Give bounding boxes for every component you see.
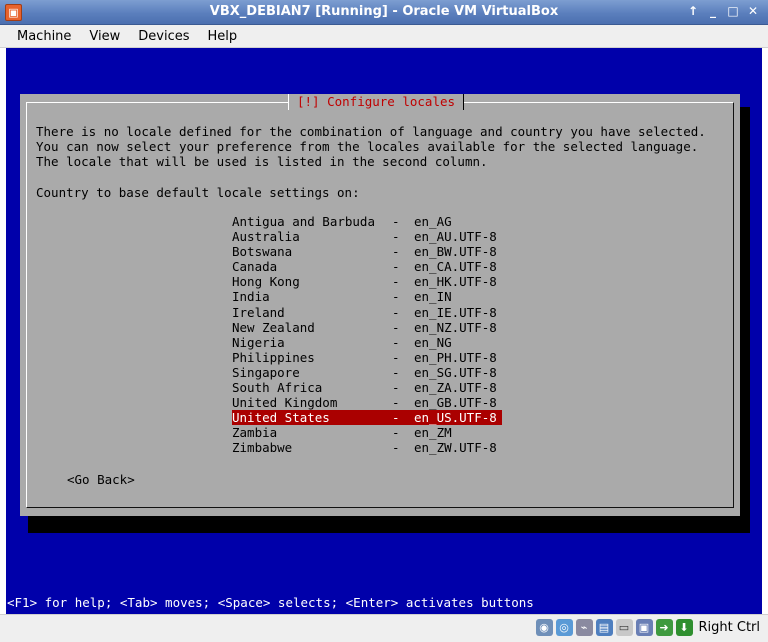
- title-bar: ▣ VBX_DEBIAN7 [Running] - Oracle VM Virt…: [0, 0, 768, 25]
- locale-country: Australia: [232, 229, 300, 245]
- window-controls: ↑ _ □ ✕: [686, 3, 760, 19]
- keep-above-button[interactable]: ↑: [686, 3, 700, 19]
- locale-row-selected[interactable]: United States - en_US.UTF-8: [232, 410, 502, 426]
- locale-separator: -: [392, 289, 400, 305]
- locale-row[interactable]: South Africa - en_ZA.UTF-8: [232, 380, 502, 395]
- hard-disk-icon[interactable]: ◉: [535, 619, 553, 636]
- locale-country: Nigeria: [232, 334, 285, 350]
- locale-separator: -: [392, 440, 400, 456]
- locale-separator: -: [392, 334, 400, 350]
- maximize-button[interactable]: □: [726, 3, 740, 19]
- locale-row[interactable]: Singapore - en_SG.UTF-8: [232, 365, 502, 380]
- locale-separator: -: [392, 364, 400, 380]
- locale-list[interactable]: Antigua and Barbuda - en_AG Australia - en_AU…: [232, 214, 502, 456]
- locale-code: en_IE.UTF-8: [414, 304, 497, 320]
- locale-code: en_NG: [414, 334, 452, 350]
- locale-separator: -: [392, 274, 400, 290]
- locale-country: Botswana: [232, 244, 293, 260]
- locale-country: South Africa: [232, 380, 323, 396]
- locale-country: Zambia: [232, 425, 278, 441]
- dialog-title: [!] Configure locales: [288, 94, 465, 110]
- menu-help[interactable]: Help: [199, 25, 247, 48]
- locale-separator: -: [392, 229, 400, 245]
- description-line: You can now select your preference from …: [36, 139, 699, 154]
- locale-separator: -: [392, 319, 400, 335]
- locale-row[interactable]: Nigeria - en_NG: [232, 335, 502, 350]
- usb-icon[interactable]: ⌁: [575, 619, 593, 636]
- locale-country: Antigua and Barbuda: [232, 214, 375, 229]
- locale-code: en_ZA.UTF-8: [414, 380, 497, 396]
- locale-row[interactable]: Botswana - en_BW.UTF-8: [232, 244, 502, 259]
- locale-code: en_BW.UTF-8: [414, 244, 497, 260]
- locale-row[interactable]: Australia - en_AU.UTF-8: [232, 229, 502, 244]
- locale-separator: -: [392, 410, 400, 426]
- locale-code: en_SG.UTF-8: [414, 364, 497, 380]
- locale-country: Ireland: [232, 304, 285, 320]
- menu-bar: Machine View Devices Help: [0, 25, 768, 48]
- locale-row[interactable]: Ireland - en_IE.UTF-8: [232, 305, 502, 320]
- locale-country: United Kingdom: [232, 395, 338, 411]
- window-title: VBX_DEBIAN7 [Running] - Oracle VM Virtua…: [209, 4, 559, 19]
- close-button[interactable]: ✕: [746, 3, 760, 19]
- locale-country: New Zealand: [232, 319, 315, 335]
- locale-separator: -: [392, 304, 400, 320]
- locale-row[interactable]: Zimbabwe - en_ZW.UTF-8: [232, 440, 502, 455]
- display-icon[interactable]: ▣: [635, 619, 653, 636]
- locale-row[interactable]: Zambia - en_ZM: [232, 425, 502, 440]
- network-icon[interactable]: ▭: [615, 619, 633, 636]
- host-key-label: Right Ctrl: [698, 620, 761, 635]
- status-bar: ◉ ◎ ⌁ ▤ ▭ ▣ ➜ ⬇ Right Ctrl: [0, 614, 768, 642]
- locale-row[interactable]: Philippines - en_PH.UTF-8: [232, 350, 502, 365]
- locale-row[interactable]: India - en_IN: [232, 289, 502, 304]
- locale-code: en_ZM: [414, 425, 452, 441]
- locale-country: Canada: [232, 259, 278, 275]
- locale-code: en_GB.UTF-8: [414, 395, 497, 411]
- menu-view[interactable]: View: [80, 25, 129, 48]
- locale-separator: -: [392, 259, 400, 275]
- menu-devices[interactable]: Devices: [129, 25, 198, 48]
- shared-folders-icon[interactable]: ▤: [595, 619, 613, 636]
- locale-code: en_HK.UTF-8: [414, 274, 497, 290]
- locale-row[interactable]: United Kingdom - en_GB.UTF-8: [232, 395, 502, 410]
- locale-prompt: Country to base default locale settings …: [36, 185, 360, 200]
- description-line: The locale that will be used is listed i…: [36, 154, 488, 169]
- locale-code: en_AU.UTF-8: [414, 229, 497, 245]
- locale-separator: -: [392, 214, 400, 229]
- menu-machine[interactable]: Machine: [8, 25, 80, 48]
- locale-separator: -: [392, 244, 400, 260]
- locale-country: Hong Kong: [232, 274, 300, 290]
- locale-separator: -: [392, 349, 400, 365]
- locale-country: Philippines: [232, 349, 315, 365]
- locale-code: en_CA.UTF-8: [414, 259, 497, 275]
- locale-separator: -: [392, 425, 400, 441]
- locale-country: Zimbabwe: [232, 440, 293, 456]
- configure-locales-dialog: [!] Configure locales There is no locale…: [20, 94, 740, 516]
- locale-separator: -: [392, 395, 400, 411]
- locale-country: India: [232, 289, 270, 305]
- locale-row[interactable]: New Zealand - en_NZ.UTF-8: [232, 320, 502, 335]
- locale-separator: -: [392, 380, 400, 396]
- host-key-icon: ⬇: [675, 619, 693, 636]
- locale-code: en_IN: [414, 289, 452, 305]
- locale-country: Singapore: [232, 364, 300, 380]
- locale-code: en_NZ.UTF-8: [414, 319, 497, 335]
- locale-row[interactable]: Canada - en_CA.UTF-8: [232, 259, 502, 274]
- mouse-integration-icon[interactable]: ➜: [655, 619, 673, 636]
- help-line: <F1> for help; <Tab> moves; <Space> sele…: [7, 595, 534, 610]
- locale-code: en_AG: [414, 214, 452, 229]
- go-back-button[interactable]: <Go Back>: [67, 472, 135, 487]
- locale-row[interactable]: Antigua and Barbuda - en_AG: [232, 214, 502, 229]
- cd-drive-icon[interactable]: ◎: [555, 619, 573, 636]
- locale-code: en_PH.UTF-8: [414, 349, 497, 365]
- vm-console[interactable]: [!] Configure locales There is no locale…: [6, 48, 762, 614]
- locale-row[interactable]: Hong Kong - en_HK.UTF-8: [232, 274, 502, 289]
- locale-country: United States: [232, 410, 330, 426]
- minimize-button[interactable]: _: [706, 3, 720, 19]
- description-line: There is no locale defined for the combi…: [36, 124, 706, 139]
- locale-code: en_US.UTF-8: [414, 410, 497, 426]
- locale-code: en_ZW.UTF-8: [414, 440, 497, 456]
- status-icons: ◉ ◎ ⌁ ▤ ▭ ▣ ➜ ⬇ Right Ctrl: [535, 619, 761, 636]
